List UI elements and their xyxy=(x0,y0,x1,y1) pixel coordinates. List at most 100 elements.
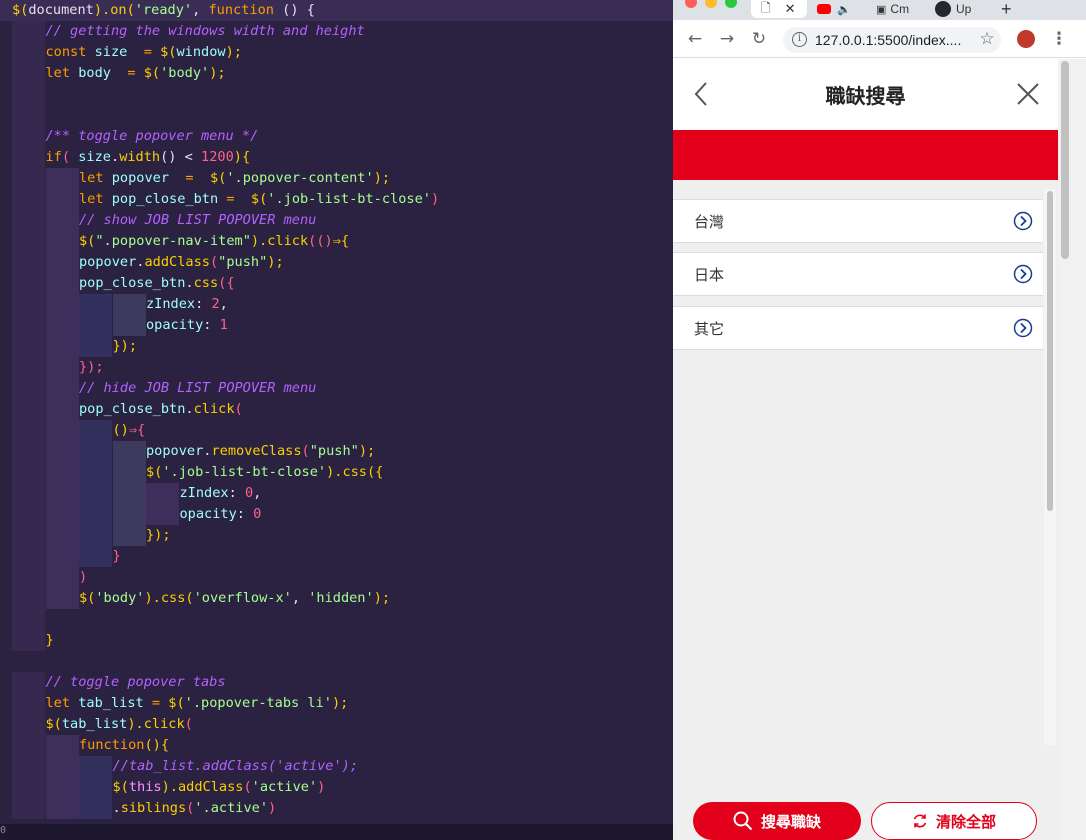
indent-guide xyxy=(45,189,79,210)
code-line[interactable]: // show JOB LIST POPOVER menu xyxy=(79,210,316,231)
code-token: window xyxy=(176,44,226,60)
search-jobs-button[interactable]: 搜尋職缺 xyxy=(693,802,861,840)
code-line[interactable]: }); xyxy=(79,357,104,378)
code-token: pop_close_btn xyxy=(79,401,186,417)
indent-guide xyxy=(12,588,45,609)
code-line[interactable]: opacity: 1 xyxy=(146,315,228,336)
close-icon[interactable] xyxy=(1016,82,1040,106)
code-token: 2 xyxy=(211,296,220,312)
close-window-button[interactable] xyxy=(685,0,697,8)
reload-icon[interactable]: ↻ xyxy=(749,29,769,49)
code-token: ( xyxy=(234,401,243,417)
code-token: : xyxy=(236,506,254,522)
indent-guide xyxy=(12,378,45,399)
address-bar[interactable]: i 127.0.0.1:5500/index.... xyxy=(783,27,1001,53)
bookmark-star-icon[interactable]: ☆ xyxy=(977,29,997,49)
new-tab-button[interactable]: + xyxy=(1001,0,1012,19)
code-line[interactable]: ) xyxy=(79,567,87,588)
tab-title: Up xyxy=(956,2,972,16)
code-line[interactable]: //tab_list.addClass('active'); xyxy=(113,756,359,777)
indent-guide xyxy=(45,735,79,756)
code-line[interactable]: // hide JOB LIST POPOVER menu xyxy=(79,378,316,399)
indent-guide xyxy=(45,168,79,189)
code-line[interactable]: .siblings('.active') xyxy=(113,798,277,819)
code-line[interactable]: let tab_list = $('.popover-tabs li'); xyxy=(46,693,349,714)
code-token: pop_close_btn xyxy=(79,275,186,291)
back-arrow-icon[interactable]: ← xyxy=(685,29,705,49)
indent-guide xyxy=(12,504,45,525)
code-token: // getting the windows width and height xyxy=(45,23,365,39)
code-line[interactable]: const size = $(window); xyxy=(46,42,242,63)
scrollbar-thumb[interactable] xyxy=(1047,191,1053,511)
code-token: opacity xyxy=(179,506,237,522)
indent-guide xyxy=(12,357,45,378)
url-text: 127.0.0.1:5500/index.... xyxy=(815,32,962,48)
indent-guide xyxy=(12,126,45,147)
list-item-other[interactable]: 其它 xyxy=(673,306,1043,350)
code-line[interactable]: pop_close_btn.click( xyxy=(79,399,243,420)
indent-guide xyxy=(12,294,45,315)
clear-all-button[interactable]: 清除全部 xyxy=(871,802,1037,840)
tab-github[interactable]: Up xyxy=(935,0,985,18)
indent-guide xyxy=(79,798,112,819)
code-line[interactable]: zIndex: 0, xyxy=(180,483,262,504)
code-line[interactable]: function(){ xyxy=(79,735,169,756)
code-line[interactable]: // toggle popover tabs xyxy=(46,672,226,693)
code-line[interactable]: }); xyxy=(146,525,171,546)
page-scrollbar[interactable] xyxy=(1058,59,1086,840)
code-editor[interactable]: $(document).on('ready', function () { // … xyxy=(0,0,673,840)
code-token: $( xyxy=(112,779,129,795)
code-line[interactable]: $('.job-list-bt-close').css({ xyxy=(146,462,383,483)
scrollbar-thumb[interactable] xyxy=(1061,61,1069,259)
indent-guide xyxy=(79,336,112,357)
code-line[interactable]: pop_close_btn.css({ xyxy=(79,273,235,294)
list-item-taiwan[interactable]: 台灣 xyxy=(673,199,1043,243)
code-token: ) xyxy=(79,569,88,585)
list-item-label: 其它 xyxy=(694,320,725,338)
code-token: ".popover-nav-item" xyxy=(95,233,251,249)
indent-guide xyxy=(12,672,45,693)
tab-close-icon[interactable]: ✕ xyxy=(785,1,796,17)
menu-kebab-icon[interactable]: ⋮ xyxy=(1049,29,1069,49)
code-token: . xyxy=(185,275,194,291)
profile-avatar[interactable] xyxy=(1017,30,1035,48)
code-line[interactable]: } xyxy=(113,546,121,567)
list-scrollbar[interactable] xyxy=(1044,189,1056,745)
indent-guide xyxy=(45,315,79,336)
tab-youtube[interactable]: 🔈 xyxy=(817,0,863,18)
code-token: addClass xyxy=(144,254,210,270)
tab-active[interactable]: 🗋 ✕ xyxy=(751,0,807,18)
code-line[interactable]: popover.addClass("push"); xyxy=(79,252,284,273)
code-token: ). xyxy=(250,233,268,249)
code-token: 1200 xyxy=(201,149,234,165)
code-line[interactable]: opacity: 0 xyxy=(180,504,262,525)
code-line[interactable]: // getting the windows width and height xyxy=(46,21,365,42)
code-line[interactable]: ()⇒{ xyxy=(113,420,146,441)
maximize-window-button[interactable] xyxy=(725,0,737,8)
info-icon: i xyxy=(792,32,807,47)
code-token: opacity xyxy=(146,317,204,333)
code-token: $( xyxy=(168,695,185,711)
code-line[interactable]: $(tab_list).click( xyxy=(46,714,193,735)
indent-guide xyxy=(12,399,45,420)
code-line[interactable]: let body = $('body'); xyxy=(46,63,226,84)
code-line[interactable]: $(".popover-nav-item").click(()⇒{ xyxy=(79,231,349,252)
code-token: ); xyxy=(225,44,242,60)
code-line[interactable]: if( size.width() < 1200){ xyxy=(46,147,251,168)
code-line[interactable]: $(document).on('ready', function () { xyxy=(12,0,315,21)
code-line[interactable]: popover.removeClass("push"); xyxy=(146,441,375,462)
forward-arrow-icon[interactable]: → xyxy=(717,29,737,49)
indent-guide xyxy=(45,210,79,231)
code-token: popover xyxy=(79,254,137,270)
code-line[interactable]: $('body').css('overflow-x', 'hidden'); xyxy=(79,588,390,609)
code-line[interactable]: } xyxy=(46,630,54,651)
tab-cm[interactable]: ▣ Cm xyxy=(876,0,922,18)
code-line[interactable]: /** toggle popover menu */ xyxy=(46,126,259,147)
minimize-window-button[interactable] xyxy=(705,0,717,8)
list-item-japan[interactable]: 日本 xyxy=(673,252,1043,296)
code-line[interactable]: }); xyxy=(113,336,138,357)
code-line[interactable]: $(this).addClass('active') xyxy=(113,777,326,798)
code-line[interactable]: let popover = $('.popover-content'); xyxy=(79,168,390,189)
code-line[interactable]: let pop_close_btn = $('.job-list-bt-clos… xyxy=(79,189,439,210)
code-line[interactable]: zIndex: 2, xyxy=(146,294,228,315)
